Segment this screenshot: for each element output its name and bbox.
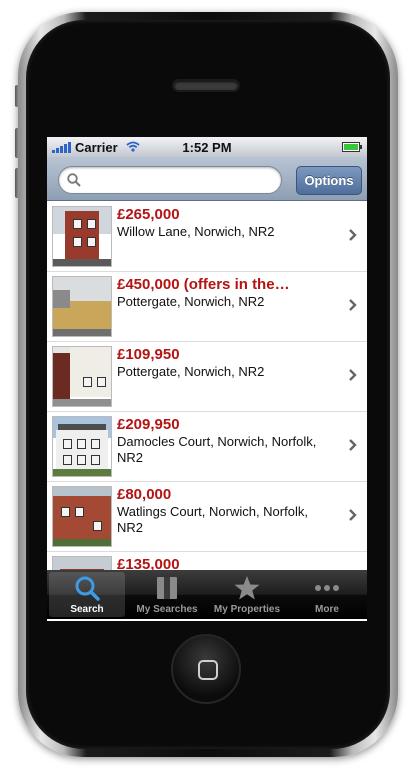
wifi-icon <box>126 140 140 155</box>
tab-more[interactable]: More <box>287 570 367 619</box>
chevron-right-icon <box>349 509 357 521</box>
tab-my-searches[interactable]: My Searches <box>127 570 207 619</box>
listing-row[interactable]: £80,000 Watlings Court, Norwich, Norfolk… <box>47 482 367 552</box>
tab-my-properties[interactable]: My Properties <box>207 570 287 619</box>
options-button[interactable]: Options <box>296 166 362 195</box>
property-photo <box>52 556 112 570</box>
tab-label: Search <box>70 604 104 615</box>
status-bar: Carrier 1:52 PM <box>47 137 367 157</box>
listing-price: £450,000 (offers in the… <box>117 276 290 293</box>
tab-label: My Properties <box>213 604 281 615</box>
home-square-icon <box>198 660 218 680</box>
bookmarks-icon <box>157 577 177 599</box>
listing-price: £209,950 <box>117 416 180 433</box>
tab-label: My Searches <box>136 604 198 615</box>
search-input[interactable] <box>85 171 275 189</box>
volume-up-button <box>15 128 19 158</box>
property-photo <box>52 346 112 407</box>
listing-row[interactable]: £135,000 <box>47 552 367 570</box>
star-icon <box>234 576 260 600</box>
search-icon <box>75 576 100 601</box>
property-photo <box>52 276 112 337</box>
listing-address: Damocles Court, Norwich, Norfolk, NR2 <box>117 434 317 465</box>
phone-screen: Carrier 1:52 PM Options £265,000 Willow … <box>47 137 367 621</box>
listing-row[interactable]: £209,950 Damocles Court, Norwich, Norfol… <box>47 412 367 482</box>
listing-address: Pottergate, Norwich, NR2 <box>117 294 265 309</box>
listing-row[interactable]: £450,000 (offers in the… Pottergate, Nor… <box>47 272 367 342</box>
volume-down-button <box>15 168 19 198</box>
more-icon <box>315 585 339 591</box>
listing-price: £80,000 <box>117 486 172 503</box>
listing-price: £135,000 <box>117 556 180 570</box>
chevron-right-icon <box>349 229 357 241</box>
property-photo <box>52 416 112 477</box>
carrier-name: Carrier <box>75 139 118 155</box>
listing-row[interactable]: £265,000 Willow Lane, Norwich, NR2 <box>47 202 367 272</box>
signal-strength-icon <box>52 141 71 153</box>
earpiece-speaker <box>172 79 240 92</box>
tab-bar: Search My Searches My Properties More <box>47 570 367 619</box>
listing-price: £265,000 <box>117 206 180 223</box>
search-toolbar: Options <box>47 157 367 201</box>
tab-label: More <box>315 604 339 615</box>
tab-search[interactable]: Search <box>47 570 127 619</box>
search-field[interactable] <box>58 166 282 194</box>
property-list[interactable]: £265,000 Willow Lane, Norwich, NR2 £450,… <box>47 202 367 570</box>
chevron-right-icon <box>349 299 357 311</box>
home-button[interactable] <box>171 634 241 704</box>
chevron-right-icon <box>349 439 357 451</box>
property-photo <box>52 486 112 547</box>
listing-address: Pottergate, Norwich, NR2 <box>117 364 265 379</box>
magnifier-icon <box>67 173 81 187</box>
mute-switch <box>15 85 19 107</box>
chevron-right-icon <box>349 369 357 381</box>
listing-address: Watlings Court, Norwich, Norfolk, NR2 <box>117 504 308 535</box>
battery-icon <box>342 142 362 152</box>
listing-address: Willow Lane, Norwich, NR2 <box>117 224 275 239</box>
property-photo <box>52 206 112 267</box>
listing-price: £109,950 <box>117 346 180 363</box>
listing-row[interactable]: £109,950 Pottergate, Norwich, NR2 <box>47 342 367 412</box>
